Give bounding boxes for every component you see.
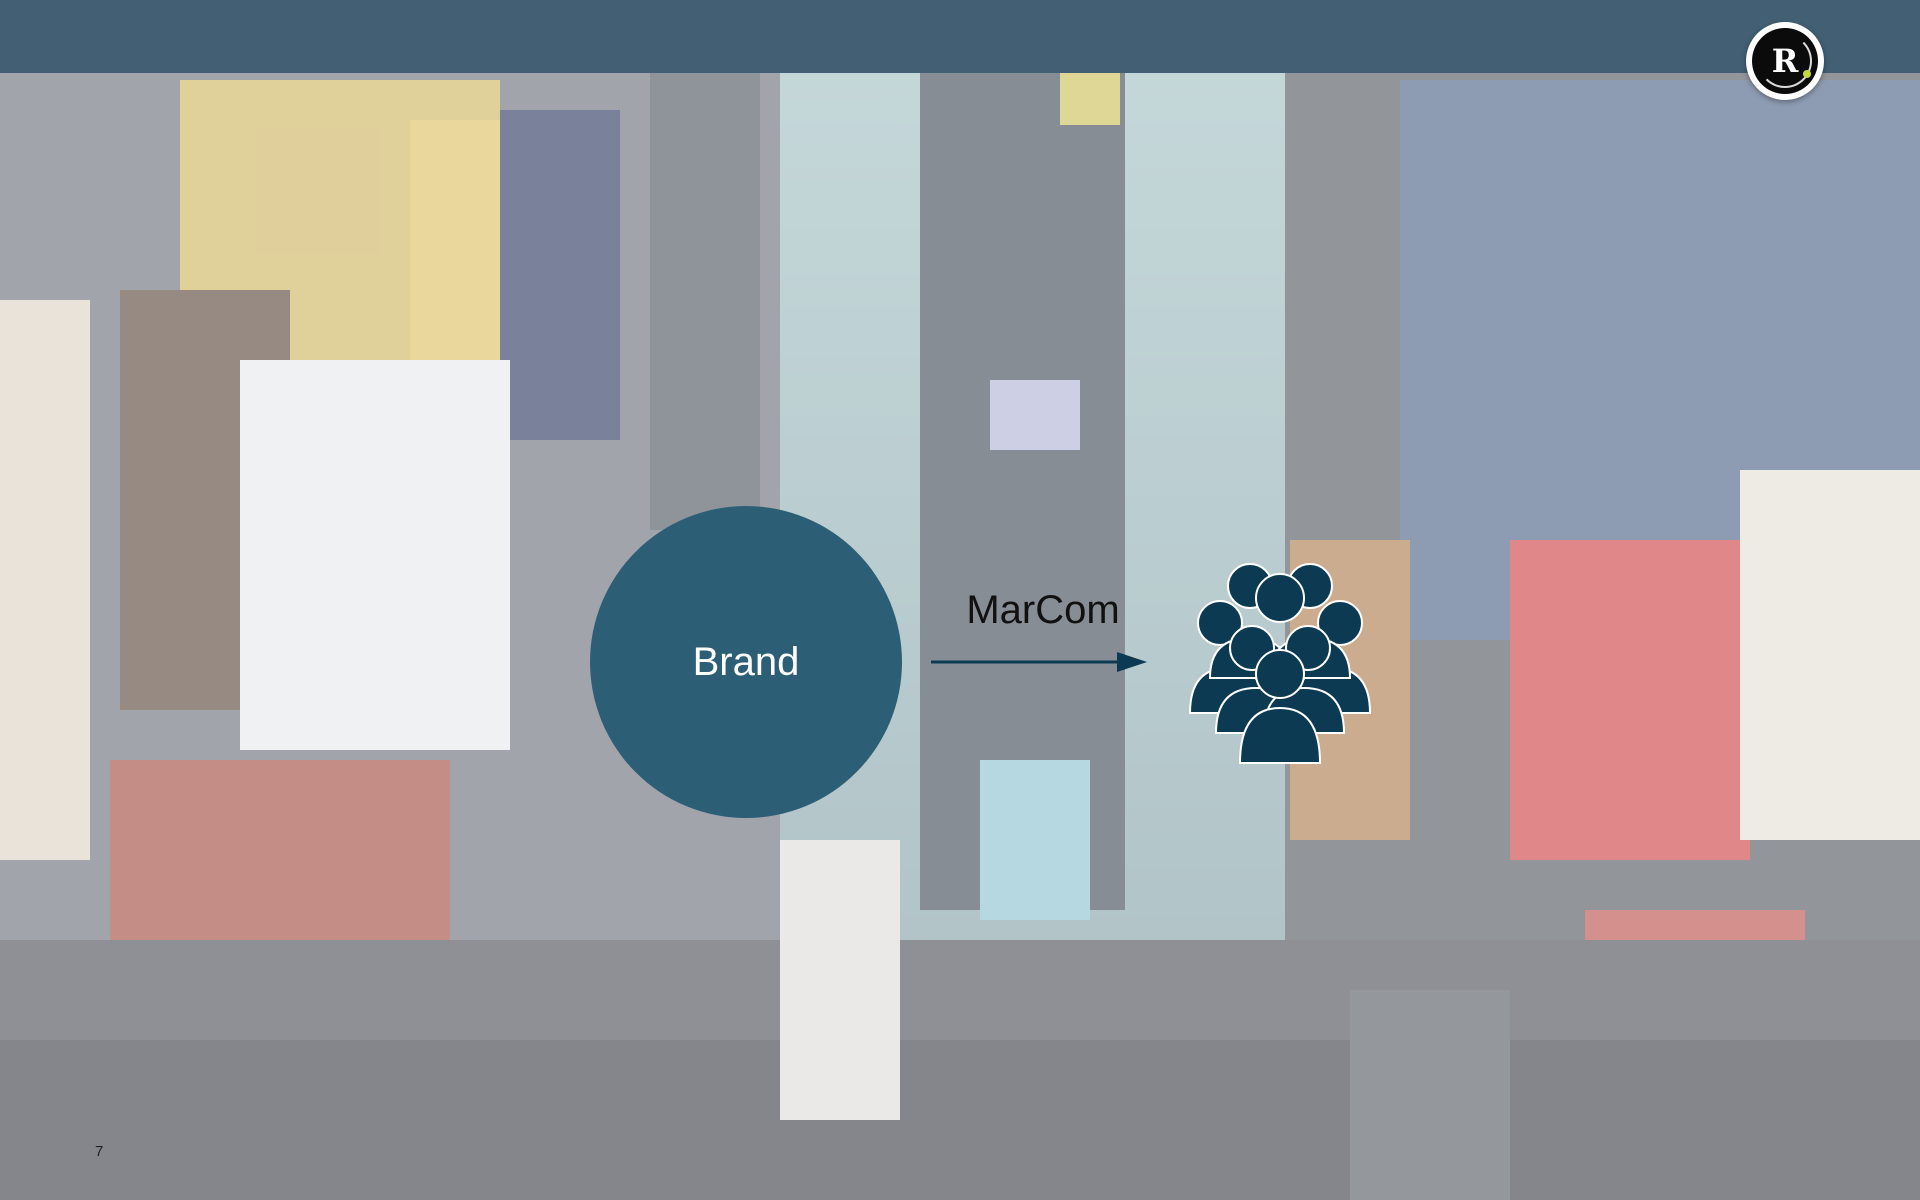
marcom-label: MarCom — [966, 588, 1120, 632]
logo-dot — [1803, 70, 1811, 78]
page-number: 7 — [95, 1143, 104, 1160]
arrow-right-icon — [931, 652, 1147, 672]
brand-circle: Brand — [590, 506, 902, 818]
brand-label: Brand — [692, 639, 800, 684]
header-bar — [0, 0, 1920, 73]
brand-logo-icon: R — [1746, 22, 1824, 100]
audience-group-icon — [1188, 563, 1372, 764]
logo-ring — [1758, 34, 1812, 88]
